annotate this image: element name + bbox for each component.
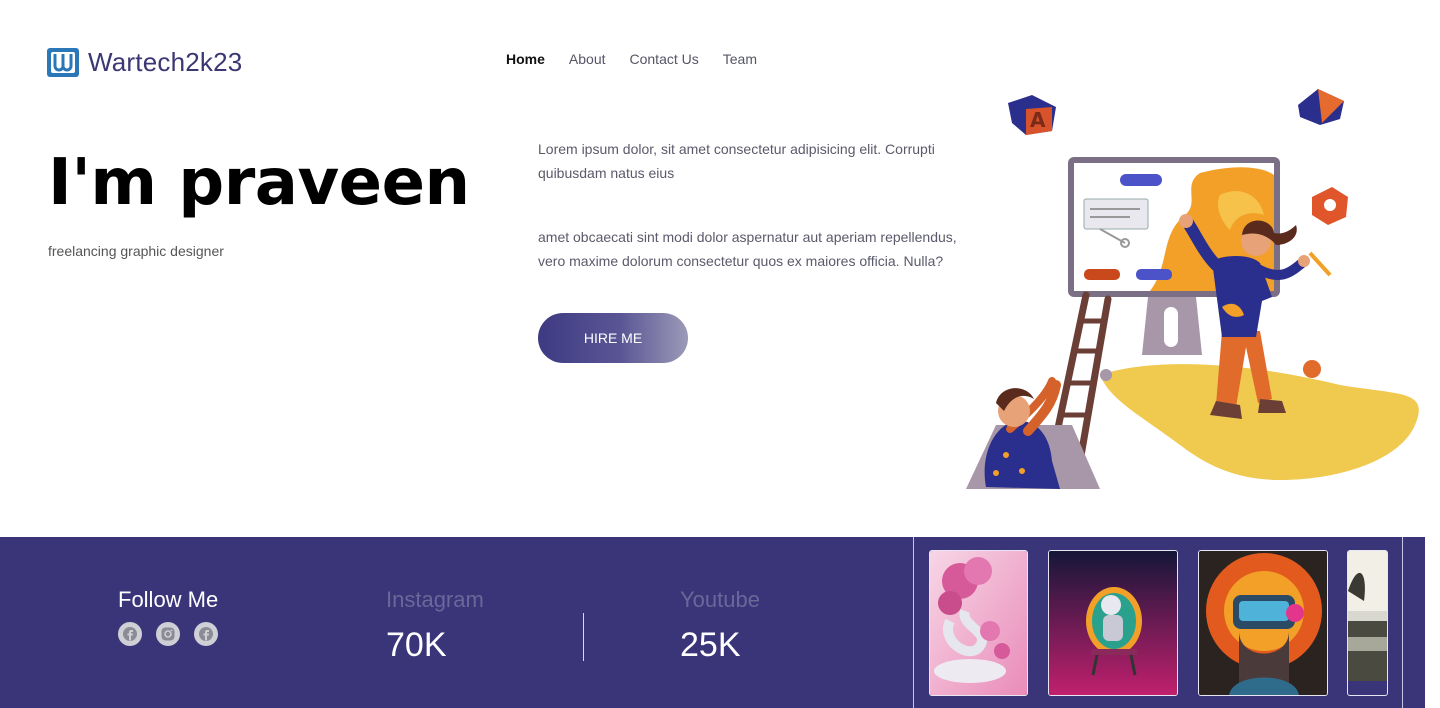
cube-a-icon: A [1008,95,1056,135]
wartech-logo-icon [47,48,79,77]
gallery-item-floral-spiral[interactable] [929,550,1028,696]
svg-text:A: A [1030,108,1046,132]
youtube-count: 25K [680,626,741,664]
main-nav: Home About Contact Us Team [506,51,757,67]
designer-illustration: A [966,89,1419,489]
nav-team[interactable]: Team [723,51,757,67]
brand-name: Wartech2k23 [88,46,243,77]
cube-b-icon [1298,89,1344,125]
stats-divider [583,613,584,661]
nav-about[interactable]: About [569,51,606,67]
facebook-icon[interactable] [118,622,142,646]
hero-subtitle: freelancing graphic designer [48,243,224,259]
instagram-count: 70K [386,626,447,664]
cube-c-icon [1312,187,1348,225]
brand-logo[interactable]: Wartech2k23 [46,45,242,79]
follow-me-title: Follow Me [118,587,219,612]
facebook-icon[interactable] [194,622,218,646]
gallery-item-vr-headset[interactable] [1198,550,1328,696]
nav-home[interactable]: Home [506,51,545,67]
gallery-carousel[interactable] [913,537,1403,708]
intro-paragraph-2: amet obcaecati sint modi dolor aspernatu… [538,229,957,269]
intro-paragraph-1: Lorem ipsum dolor, sit amet consectetur … [538,141,935,181]
instagram-label: Instagram [386,587,484,612]
social-links [118,622,218,646]
instagram-icon[interactable] [156,622,180,646]
gallery-item-landscape[interactable] [1347,550,1388,696]
gallery-item-astronaut-chair[interactable] [1048,550,1178,696]
nav-contact[interactable]: Contact Us [630,51,699,67]
youtube-label: Youtube [680,587,760,612]
hire-me-button[interactable]: HIRE ME [538,313,688,363]
hero-title: I'm praveen [48,146,470,220]
